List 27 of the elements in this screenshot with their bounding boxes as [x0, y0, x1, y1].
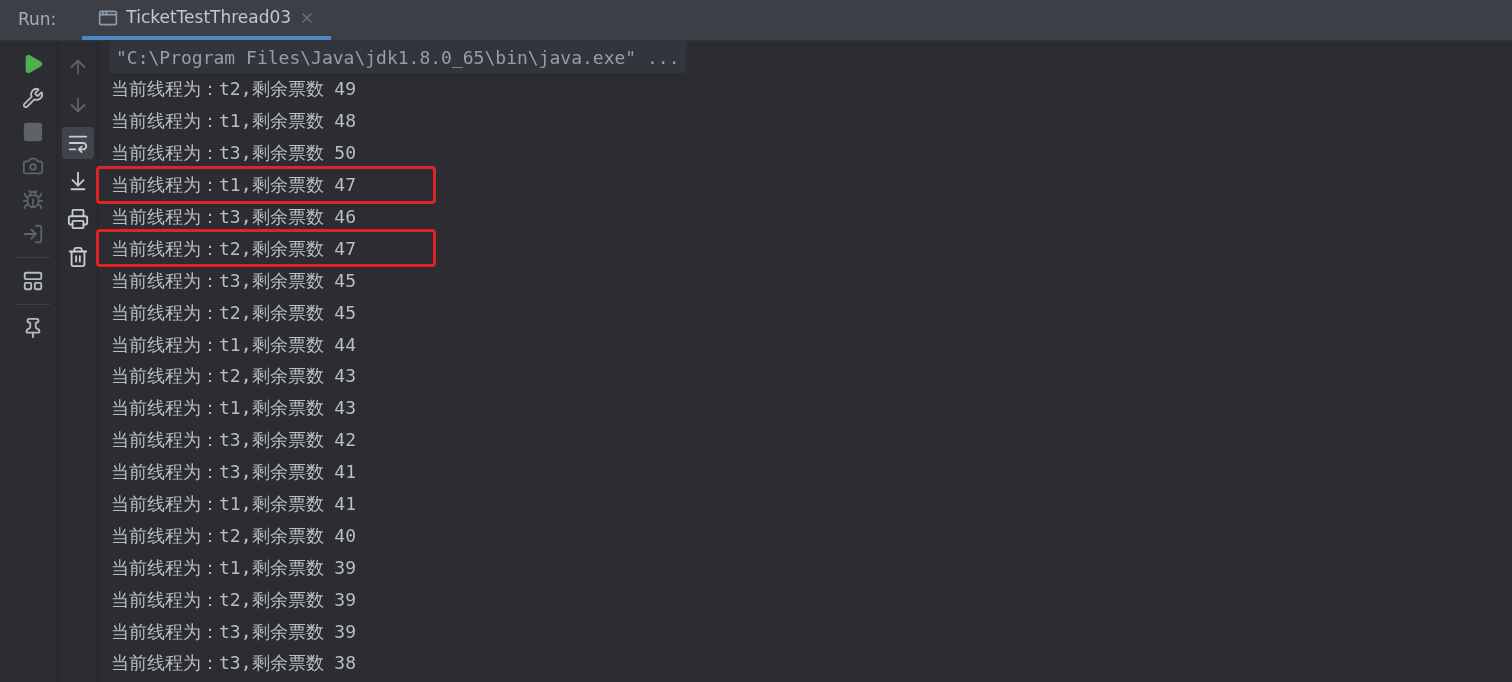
run-label: Run:	[18, 8, 57, 32]
output-line: 当前线程为：t2,剩余票数 45	[110, 300, 357, 325]
output-line: 当前线程为：t3,剩余票数 38	[110, 651, 357, 676]
output-line: 当前线程为：t2,剩余票数 47	[111, 236, 357, 261]
output-line: 当前线程为：t1,剩余票数 39	[110, 555, 357, 580]
output-line: 当前线程为：t1,剩余票数 41	[110, 492, 357, 516]
output-line: 当前线程为：t3,剩余票数 45	[110, 268, 357, 293]
output-line: 当前线程为：t2,剩余票数 43	[110, 364, 357, 389]
layout-icon[interactable]	[21, 270, 44, 292]
printer-icon	[66, 208, 89, 230]
output-line: 当前线程为：t1,剩余票数 48	[110, 109, 357, 134]
output-line: 当前线程为：t3,剩余票数 50	[110, 141, 357, 166]
output-line: 当前线程为：t2,剩余票数 49	[110, 77, 357, 102]
soft-wrap-button[interactable]	[61, 127, 94, 159]
window-icon	[98, 8, 119, 28]
output-line: 当前线程为：t2,剩余票数 40	[110, 523, 357, 548]
output-line: 当前线程为：t1,剩余票数 47	[111, 173, 357, 198]
output-line: 当前线程为：t1,剩余票数 43	[110, 396, 357, 421]
output-line: 当前线程为：t1,剩余票数 44	[110, 332, 357, 357]
output-line: 当前线程为：t2,剩余票数 39	[110, 587, 357, 612]
output-line: 当前线程为：t3,剩余票数 41	[110, 460, 357, 485]
output-line: 当前线程为：t3,剩余票数 42	[110, 428, 357, 453]
wrench-icon[interactable]	[21, 87, 44, 109]
output-line: 当前线程为：t3,剩余票数 46	[110, 205, 357, 229]
trash-icon	[66, 246, 89, 268]
tab-title: TicketTestThread03	[126, 6, 292, 30]
output-line: 当前线程为：t3,剩余票数 39	[110, 619, 357, 644]
